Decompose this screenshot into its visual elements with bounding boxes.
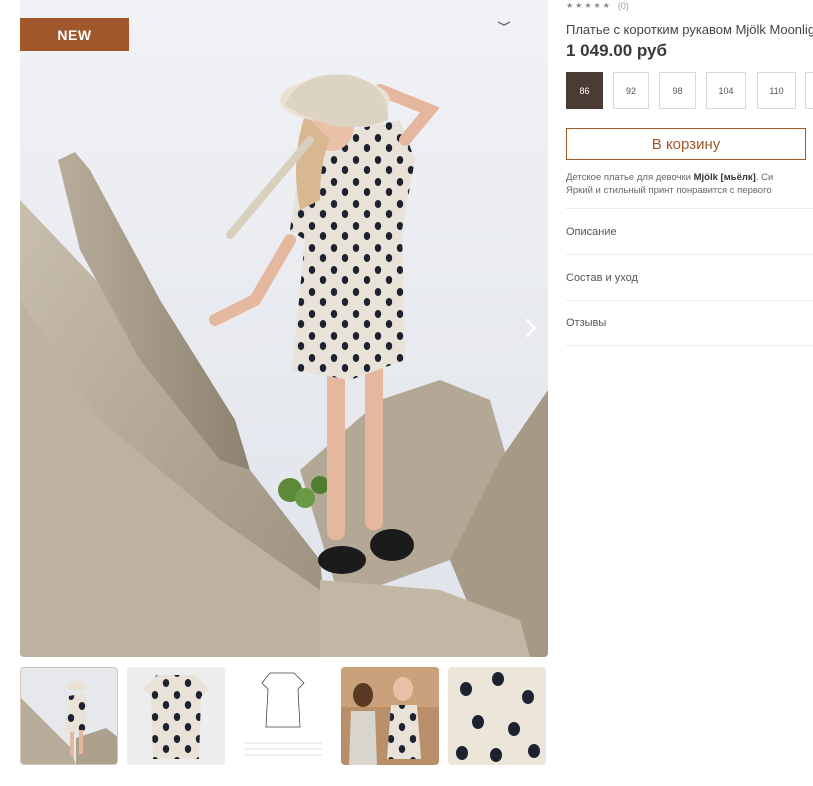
size-option-98[interactable]: 98	[659, 72, 696, 109]
desc-rest: . Си	[755, 172, 774, 183]
star-icon: ★	[566, 1, 574, 10]
desc-prefix: Детское платье для девочки	[566, 172, 694, 183]
rating-count[interactable]: (0)	[618, 1, 629, 11]
gallery-next-arrow[interactable]	[520, 315, 542, 341]
product-price: 1 049.00 руб	[566, 41, 668, 60]
main-photo-image	[20, 0, 548, 657]
thumb-dress-flatlay[interactable]	[127, 667, 225, 765]
size-option-110[interactable]: 110	[757, 72, 796, 109]
size-option-116[interactable]: 116	[805, 72, 813, 109]
star-icon: ★	[593, 1, 601, 10]
add-to-cart-button[interactable]: В корзину	[566, 128, 806, 160]
new-badge: NEW	[20, 18, 129, 51]
thumbnail-strip	[20, 667, 548, 765]
star-icon: ★	[602, 1, 610, 10]
size-option-86[interactable]: 86	[566, 72, 603, 109]
desc-brand: Mjölk [мьёлк]	[693, 172, 756, 183]
size-selector: 86 92 98 104 110 116	[566, 72, 813, 109]
desc-line2: Яркий и стильный принт понравится с перв…	[566, 185, 772, 196]
product-short-description: Детское платье для девочки Mjölk [мьёлк]…	[566, 171, 813, 197]
accordion-composition-care[interactable]: Состав и уход	[566, 254, 813, 300]
thumb-two-girls[interactable]	[341, 667, 439, 765]
main-product-photo[interactable]	[20, 0, 548, 657]
product-info-panel: ★ ★ ★ ★ ★ (0) Платье с коротким рукавом …	[566, 0, 813, 786]
thumb-girl-on-rocks[interactable]	[20, 667, 118, 765]
size-option-92[interactable]: 92	[613, 72, 649, 109]
size-option-104[interactable]: 104	[706, 72, 746, 109]
star-icon: ★	[575, 1, 583, 10]
accordion-description[interactable]: Описание	[566, 208, 813, 254]
rating: ★ ★ ★ ★ ★ (0)	[566, 0, 629, 12]
chevron-right-icon	[526, 319, 537, 337]
thumb-size-chart[interactable]	[234, 667, 332, 765]
accordion-reviews[interactable]: Отзывы	[566, 300, 813, 346]
thumb-fabric-closeup[interactable]	[448, 667, 546, 765]
product-accordion: Описание Состав и уход Отзывы	[566, 208, 813, 346]
product-title: Платье с коротким рукавом Mjölk Moonligh…	[566, 22, 813, 37]
star-icon: ★	[584, 1, 592, 10]
